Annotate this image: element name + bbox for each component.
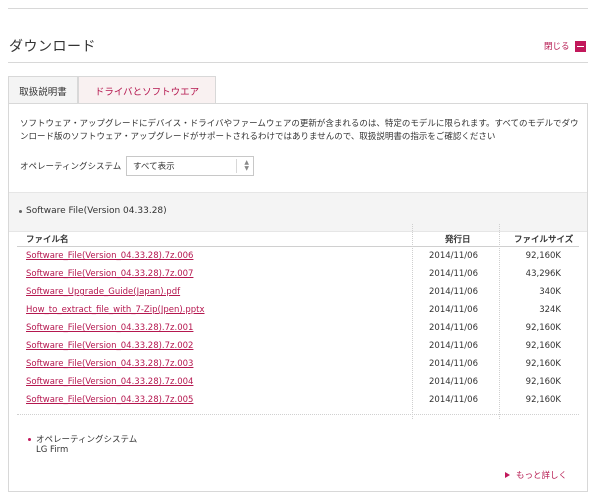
os-info-label: オペレーティングシステム (36, 435, 138, 445)
table-row: Software_File(Version_04.33.28).7z.006 2… (9, 249, 587, 267)
play-arrow-icon (505, 472, 510, 478)
minus-icon (574, 40, 586, 52)
bullet-icon (19, 210, 22, 213)
section-title[interactable]: Software File(Version 04.33.28) (26, 206, 167, 216)
page-title: ダウンロード (9, 39, 96, 55)
table-bottom-divider (17, 414, 579, 415)
tab-manuals[interactable]: 取扱説明書 (8, 76, 78, 104)
table-row: Software_Upgrade_Guide(Japan).pdf 2014/1… (9, 285, 587, 303)
file-date: 2014/11/06 (429, 323, 478, 333)
header-file-name: ファイル名 (26, 235, 69, 245)
file-date: 2014/11/06 (429, 341, 478, 351)
software-section-header[interactable]: Software File(Version 04.33.28) (9, 192, 587, 232)
header-date: 発行日 (445, 235, 471, 245)
file-size: 43,296K (525, 269, 561, 279)
file-link[interactable]: Software_File(Version_04.33.28).7z.001 (26, 323, 193, 333)
title-divider (8, 62, 588, 63)
close-button[interactable]: 閉じる (544, 40, 586, 52)
file-size: 92,160K (525, 359, 561, 369)
table-row: Software_File(Version_04.33.28).7z.001 2… (9, 321, 587, 339)
select-arrows-icon: ▲ ▼ (244, 159, 249, 172)
more-details-link[interactable]: もっと詳しく (505, 469, 567, 481)
file-link[interactable]: Software_File(Version_04.33.28).7z.003 (26, 359, 193, 369)
table-row: How_to_extract_file_with_7-Zip(Jpen).ppt… (9, 303, 587, 321)
file-size: 92,160K (525, 377, 561, 387)
os-info-value: LG Firm (36, 445, 69, 455)
file-date: 2014/11/06 (429, 287, 478, 297)
file-size: 92,160K (525, 251, 561, 261)
description-text: ソフトウェア・アップグレードにデバイス・ドライバやファームウェアの更新が含まれる… (20, 119, 579, 142)
file-size: 340K (539, 287, 561, 297)
file-link[interactable]: Software_File(Version_04.33.28).7z.004 (26, 377, 193, 387)
file-date: 2014/11/06 (429, 359, 478, 369)
table-row: Software_File(Version_04.33.28).7z.002 2… (9, 339, 587, 357)
file-link[interactable]: How_to_extract_file_with_7-Zip(Jpen).ppt… (26, 305, 205, 315)
file-link[interactable]: Software_Upgrade_Guide(Japan).pdf (26, 287, 180, 297)
tab-manuals-label: 取扱説明書 (19, 86, 67, 98)
select-separator (236, 159, 237, 173)
file-link[interactable]: Software_File(Version_04.33.28).7z.002 (26, 341, 193, 351)
file-date: 2014/11/06 (429, 305, 478, 315)
table-row: Software_File(Version_04.33.28).7z.005 2… (9, 393, 587, 411)
file-link[interactable]: Software_File(Version_04.33.28).7z.006 (26, 251, 193, 261)
tab-bar: 取扱説明書 ドライバとソフトウエア (8, 76, 588, 104)
top-divider (8, 8, 588, 9)
os-filter-select[interactable]: すべて表示 ▲ ▼ (126, 156, 254, 176)
os-filter-value: すべて表示 (133, 162, 175, 172)
header-file-size: ファイルサイズ (514, 235, 574, 245)
table-row: Software_File(Version_04.33.28).7z.003 2… (9, 357, 587, 375)
tab-panel: ソフトウェア・アップグレードにデバイス・ドライバやファームウェアの更新が含まれる… (8, 103, 588, 492)
file-size: 92,160K (525, 323, 561, 333)
tab-drivers-software[interactable]: ドライバとソフトウエア (78, 76, 216, 104)
file-date: 2014/11/06 (429, 269, 478, 279)
file-size: 324K (539, 305, 561, 315)
file-link[interactable]: Software_File(Version_04.33.28).7z.005 (26, 395, 193, 405)
more-details-label: もっと詳しく (516, 471, 568, 481)
table-row: Software_File(Version_04.33.28).7z.007 2… (9, 267, 587, 285)
file-date: 2014/11/06 (429, 251, 478, 261)
file-size: 92,160K (525, 341, 561, 351)
file-size: 92,160K (525, 395, 561, 405)
table-header-divider (17, 246, 579, 247)
file-date: 2014/11/06 (429, 395, 478, 405)
table-row: Software_File(Version_04.33.28).7z.004 2… (9, 375, 587, 393)
close-label: 閉じる (544, 42, 570, 52)
bullet-icon (28, 438, 31, 441)
file-link[interactable]: Software_File(Version_04.33.28).7z.007 (26, 269, 193, 279)
os-filter-label: オペレーティングシステム (20, 162, 122, 172)
tab-drivers-software-label: ドライバとソフトウエア (94, 86, 200, 98)
file-date: 2014/11/06 (429, 377, 478, 387)
